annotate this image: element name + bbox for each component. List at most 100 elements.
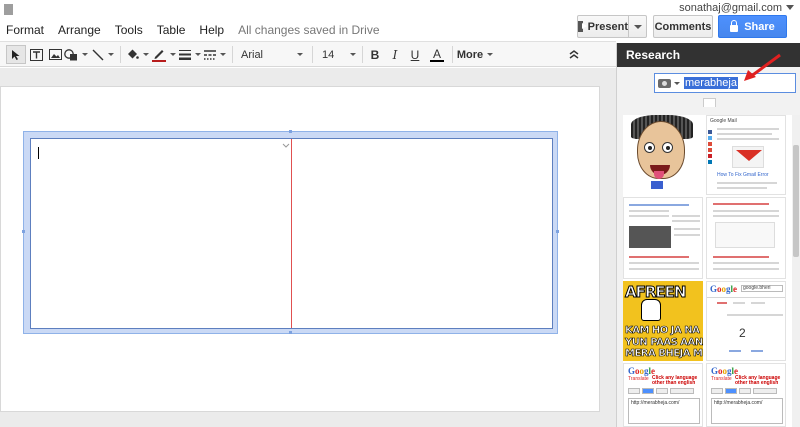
text-color-button[interactable]: A xyxy=(426,45,448,64)
present-options-button[interactable] xyxy=(629,15,647,38)
image-tool-button[interactable] xyxy=(46,45,64,64)
resize-handle[interactable] xyxy=(556,230,559,233)
fill-color-button[interactable] xyxy=(125,45,149,64)
meme-line-3: YUN PAAS AANA xyxy=(625,337,703,349)
lang-btn xyxy=(739,388,751,394)
text-line xyxy=(717,182,777,184)
share-button[interactable]: Share xyxy=(718,15,787,38)
google-logo: Google xyxy=(710,284,738,294)
result-thumbnail-article[interactable] xyxy=(623,197,703,279)
more-label: More xyxy=(456,48,484,61)
column-divider[interactable] xyxy=(291,139,292,328)
google-logo: Google xyxy=(711,366,739,376)
resize-handle[interactable] xyxy=(22,230,25,233)
font-size-value: 14 xyxy=(322,48,335,61)
line-weight-icon xyxy=(179,49,191,60)
font-size-select[interactable]: 14 xyxy=(317,45,357,64)
result-thumbnail-google-search[interactable]: Google google.bheri 2 xyxy=(706,281,786,361)
toolbar-divider xyxy=(362,46,363,63)
link-line xyxy=(729,350,741,352)
translate-label: Translate xyxy=(628,376,649,382)
lang-btn xyxy=(628,388,640,394)
image-results: Google Mail How To Fix Gmail Error AFREE… xyxy=(623,115,793,427)
line-tool-button[interactable] xyxy=(91,45,115,64)
menu-table[interactable]: Table xyxy=(157,23,186,37)
table-selection[interactable] xyxy=(22,130,559,334)
menu-tools[interactable]: Tools xyxy=(115,23,143,37)
text-line xyxy=(672,215,700,217)
text-line xyxy=(713,210,779,212)
tab-line xyxy=(733,302,745,304)
collapse-toolbar-button[interactable] xyxy=(566,45,582,64)
present-button[interactable]: Present xyxy=(577,15,629,38)
text-line xyxy=(629,256,689,258)
text-line xyxy=(717,133,772,135)
select-tool-button[interactable] xyxy=(6,45,26,64)
search-query: merabheja xyxy=(684,77,738,89)
underline-button[interactable]: U xyxy=(406,45,424,64)
cell-menu-chevron-icon[interactable] xyxy=(282,142,290,149)
text-box-icon xyxy=(29,48,43,61)
text-line xyxy=(672,220,700,222)
text-box-tool-button[interactable] xyxy=(27,45,45,64)
more-button[interactable]: More xyxy=(456,45,494,64)
bold-button[interactable]: B xyxy=(366,45,384,64)
menu-bar: Format Arrange Tools Table Help All chan… xyxy=(0,21,380,39)
chevron-down-icon xyxy=(487,53,494,56)
result-thumbnail-translate-2[interactable]: Google Translate Click any language othe… xyxy=(706,363,786,427)
results-scrollbar[interactable] xyxy=(792,115,800,427)
pointer-icon xyxy=(12,49,20,60)
results-tab[interactable] xyxy=(703,98,716,107)
facebook-icon xyxy=(708,130,712,134)
red-arrow-annotation xyxy=(744,53,781,81)
underline-icon: U xyxy=(410,47,420,62)
italic-button[interactable]: I xyxy=(386,45,404,64)
result-thumbnail-settings[interactable] xyxy=(706,197,786,279)
face-shape xyxy=(637,121,685,179)
gmail-icon xyxy=(732,146,764,168)
line-dash-button[interactable] xyxy=(204,45,226,64)
chevron-down-icon xyxy=(220,53,226,56)
table[interactable] xyxy=(30,138,553,329)
text-color-label: A xyxy=(432,46,441,61)
share-label: Share xyxy=(744,20,775,33)
menu-help[interactable]: Help xyxy=(199,23,224,37)
result-thumbnail-meme[interactable]: AFREEN KAM HO JA NA YUN PAAS AANA MERA B… xyxy=(623,281,703,361)
text-line xyxy=(713,215,779,217)
tab-line xyxy=(751,302,765,304)
result-number: 2 xyxy=(739,326,746,340)
saved-status: All changes saved in Drive xyxy=(238,23,380,37)
font-family-select[interactable]: Arial xyxy=(236,45,306,64)
font-family-value: Arial xyxy=(241,48,264,61)
chevron-down-icon xyxy=(195,53,201,56)
resize-handle[interactable] xyxy=(289,331,292,334)
result-thumbnail-translate-1[interactable]: Google Translate Click any language othe… xyxy=(623,363,703,427)
result-thumbnail-cartoon[interactable] xyxy=(623,115,703,195)
camera-icon[interactable] xyxy=(658,78,671,88)
line-color-button[interactable] xyxy=(151,45,177,64)
comments-button[interactable]: Comments xyxy=(653,15,713,38)
drawing-canvas[interactable] xyxy=(0,68,616,427)
shape-tool-button[interactable] xyxy=(64,45,88,64)
account-email[interactable]: sonathaj@gmail.com xyxy=(679,2,782,14)
line-weight-button[interactable] xyxy=(179,45,201,64)
toolbar-divider xyxy=(120,46,121,63)
text-line xyxy=(713,256,769,258)
scrollbar-thumb[interactable] xyxy=(793,145,799,257)
text-line xyxy=(629,215,669,217)
linkedin-icon xyxy=(708,160,712,164)
text-line xyxy=(717,128,779,130)
menu-arrange[interactable]: Arrange xyxy=(58,23,101,37)
result-thumbnail-gmail[interactable]: Google Mail How To Fix Gmail Error xyxy=(706,115,786,195)
menu-format[interactable]: Format xyxy=(6,23,44,37)
pencil-icon xyxy=(152,50,166,62)
toolbar-divider xyxy=(452,46,453,63)
click-note: Click any language other than english xyxy=(652,375,698,386)
chevron-down-icon[interactable] xyxy=(674,81,680,85)
doc-icon[interactable] xyxy=(4,4,13,15)
account-chevron-down-icon[interactable] xyxy=(786,5,794,10)
share-icon xyxy=(708,148,712,152)
chevron-double-up-icon xyxy=(569,50,579,59)
pinterest-icon xyxy=(708,154,712,158)
resize-handle[interactable] xyxy=(289,130,292,133)
